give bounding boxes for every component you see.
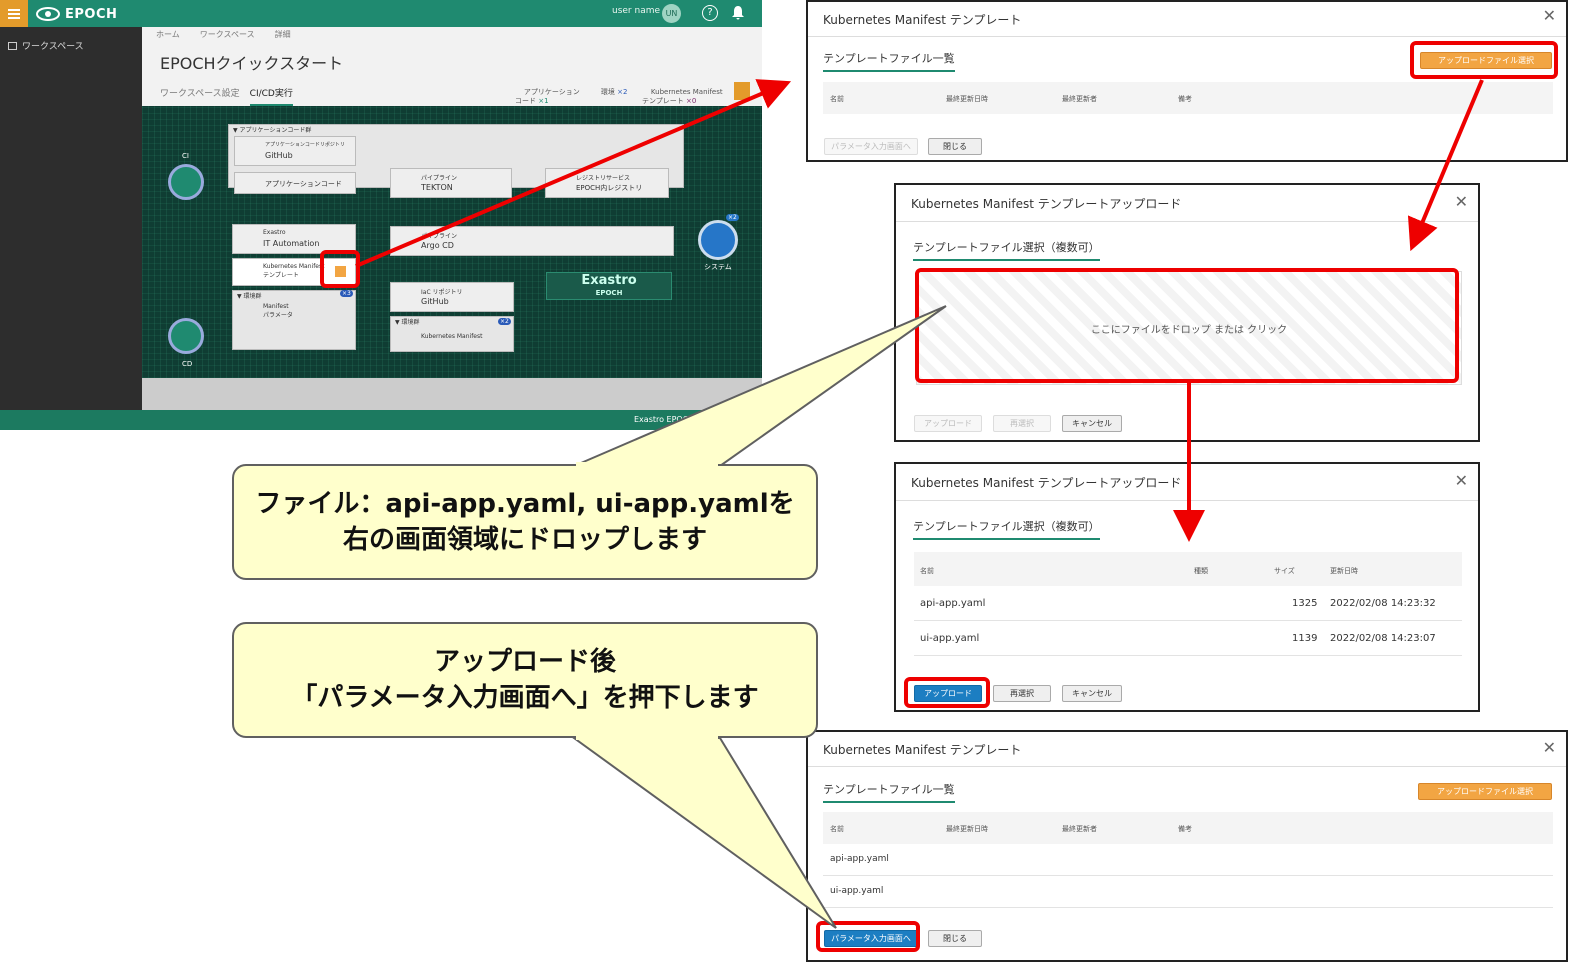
callout-drop-files: ファイル：api-app.yaml, ui-app.yamlを 右の画面領域にド… [232, 464, 818, 580]
callout-after-tail [570, 737, 837, 929]
callout-drop-tail [573, 305, 947, 467]
callout-drop-line1: ファイル：api-app.yaml, ui-app.yamlを [255, 489, 795, 519]
callout-after-line1: アップロード後 [433, 647, 616, 677]
arrow-to-dialog1 [355, 79, 792, 268]
tail-join [576, 735, 718, 740]
arrow-to-dialog2 [1407, 79, 1484, 252]
callout-drop-line2: 右の画面領域にドロップします [342, 525, 707, 555]
callout-after-line2: 「パラメータ入力画面へ」を押下します [291, 683, 759, 713]
callout-after-upload: アップロード後 「パラメータ入力画面へ」を押下します [232, 622, 818, 738]
tail-join [576, 462, 718, 467]
